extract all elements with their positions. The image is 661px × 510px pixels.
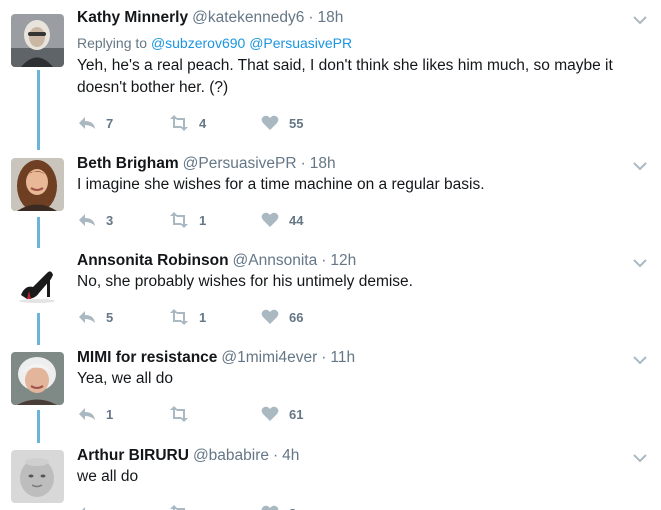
- like-count: 55: [289, 115, 304, 131]
- author-name[interactable]: Beth Brigham: [77, 155, 179, 172]
- like-button[interactable]: 61: [260, 404, 303, 424]
- tweet[interactable]: Beth Brigham @PersuasivePR · 18h I imagine …: [0, 154, 661, 234]
- tweet-text: No, she probably wishes for his untimely…: [77, 273, 413, 290]
- mention-link[interactable]: @subzerov690: [151, 35, 245, 51]
- tweet-text: Yea, we all do: [77, 370, 173, 387]
- retweet-count: 1: [199, 309, 207, 325]
- retweet-button[interactable]: 1: [168, 307, 206, 327]
- mention-link[interactable]: @PersuasivePR: [249, 35, 352, 51]
- author-name[interactable]: MIMI for resistance: [77, 349, 217, 366]
- tweet-header: Kathy Minnerly @katekennedy6 · 18h: [77, 8, 343, 28]
- timestamp[interactable]: 18h: [318, 9, 344, 26]
- author-handle[interactable]: @Annsonita: [233, 252, 318, 269]
- separator-dot: ·: [321, 252, 327, 269]
- retweet-button[interactable]: 1: [168, 210, 206, 230]
- like-button[interactable]: 44: [260, 210, 303, 230]
- retweet-button[interactable]: [168, 503, 199, 510]
- tweet-text: Yeh, he's a real peach. That said, I don…: [77, 57, 613, 96]
- author-handle[interactable]: @katekennedy6: [192, 9, 304, 26]
- reply-icon: [82, 507, 85, 510]
- separator-dot: ·: [308, 9, 314, 26]
- like-count: 61: [289, 406, 304, 422]
- like-count: 2: [289, 506, 296, 510]
- timestamp[interactable]: 12h: [330, 252, 356, 269]
- reply-button[interactable]: 5: [77, 307, 113, 327]
- author-name[interactable]: Arthur BIRURU: [77, 447, 189, 464]
- tweet[interactable]: Kathy Minnerly @katekennedy6 · 18h Replying…: [0, 8, 661, 138]
- author-handle[interactable]: @bababire: [193, 447, 269, 464]
- reply-count: 5: [106, 309, 114, 325]
- chevron-down-icon[interactable]: [630, 156, 650, 176]
- like-count: 44: [289, 212, 304, 228]
- retweet-icon: [170, 406, 188, 422]
- reply-button[interactable]: 1: [77, 404, 113, 424]
- author-handle[interactable]: @PersuasivePR: [183, 155, 297, 172]
- tweet[interactable]: Annsonita Robinson @Annsonita · 12h No, she…: [0, 251, 661, 331]
- tweet-header: Arthur BIRURU @bababire · 4h: [77, 446, 299, 466]
- replying-to-label: Replying to: [77, 35, 148, 51]
- replying-to: Replying to @subzerov690 @PersuasivePR: [77, 34, 352, 52]
- tweet-header: Beth Brigham @PersuasivePR · 18h: [77, 154, 336, 174]
- tweet-text: I imagine she wishes for a time machine …: [77, 176, 485, 193]
- separator-dot: ·: [321, 349, 327, 366]
- retweet-icon: [170, 212, 188, 228]
- tweet[interactable]: Arthur BIRURU@bababire·4h we all do 2: [0, 446, 661, 510]
- reply-button[interactable]: 7: [77, 113, 113, 133]
- tweet-header: MIMI for resistance @1mimi4ever · 11h: [77, 348, 355, 368]
- tweet[interactable]: MIMI for resistance @1mimi4ever · 11h Yea, …: [0, 348, 661, 428]
- like-count: 66: [289, 309, 304, 325]
- avatar[interactable]: [11, 14, 64, 67]
- retweet-icon: [170, 309, 188, 325]
- chevron-down-icon[interactable]: [630, 448, 650, 468]
- heart-icon: [261, 309, 279, 324]
- reply-count: 3: [106, 212, 114, 228]
- avatar[interactable]: [11, 158, 64, 211]
- reply-count: 1: [106, 406, 114, 422]
- author-handle[interactable]: @1mimi4ever: [221, 349, 317, 366]
- retweet-icon: [170, 505, 185, 510]
- chevron-down-icon[interactable]: [630, 253, 650, 273]
- avatar[interactable]: [11, 450, 64, 503]
- retweet-button[interactable]: [168, 404, 199, 424]
- avatar[interactable]: [11, 255, 64, 308]
- timestamp[interactable]: 18h: [310, 155, 336, 172]
- tweet-header: Annsonita Robinson @Annsonita · 12h: [77, 251, 356, 271]
- retweet-count: 1: [199, 212, 207, 228]
- chevron-down-icon[interactable]: [630, 350, 650, 370]
- separator-dot: ·: [300, 155, 306, 172]
- avatar[interactable]: [11, 352, 64, 405]
- author-name[interactable]: Annsonita Robinson: [77, 252, 229, 269]
- reply-button[interactable]: 3: [77, 210, 113, 230]
- like-button[interactable]: 55: [260, 113, 303, 133]
- like-button[interactable]: 2: [260, 503, 296, 510]
- reply-icon: [79, 408, 95, 420]
- retweet-icon: [170, 115, 188, 131]
- heart-icon: [261, 115, 279, 130]
- reply-icon: [79, 117, 95, 129]
- reply-count: 7: [106, 115, 114, 131]
- reply-button[interactable]: [77, 503, 106, 510]
- heart-icon: [261, 212, 279, 227]
- heart-icon: [261, 406, 279, 421]
- tweet-text: we all do: [77, 468, 139, 485]
- chevron-down-icon[interactable]: [630, 10, 650, 30]
- separator-dot: ·: [273, 447, 279, 464]
- like-button[interactable]: 66: [260, 307, 303, 327]
- retweet-count: 4: [199, 115, 207, 131]
- author-name[interactable]: Kathy Minnerly: [77, 9, 188, 26]
- timestamp[interactable]: 11h: [330, 349, 355, 366]
- retweet-button[interactable]: 4: [168, 113, 206, 133]
- heart-icon: [261, 505, 279, 510]
- reply-icon: [79, 311, 95, 323]
- timestamp[interactable]: 4h: [282, 447, 299, 464]
- reply-icon: [79, 214, 95, 226]
